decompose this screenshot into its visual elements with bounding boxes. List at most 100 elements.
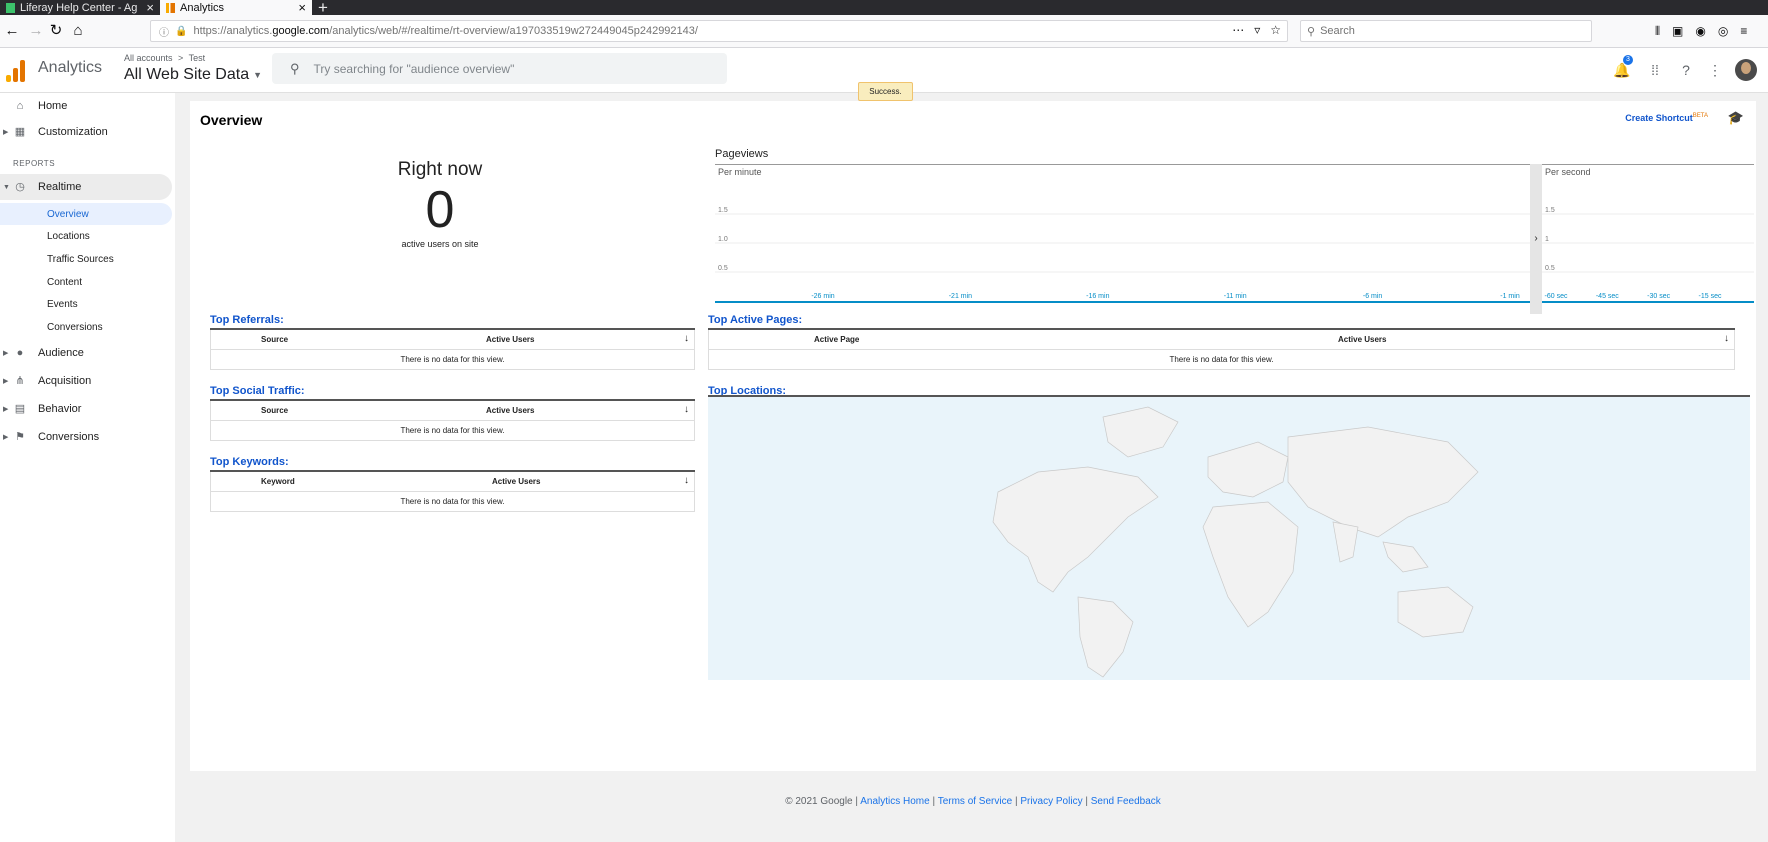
- top-social-table: Source Active Users ↓ There is no data f…: [210, 399, 695, 441]
- top-social-title[interactable]: Top Social Traffic:: [210, 385, 305, 397]
- dashboard-grid-icon: ▦: [14, 126, 26, 138]
- south-america-shape: [1077, 596, 1134, 678]
- home-icon[interactable]: ⌂: [68, 21, 88, 41]
- sidebar-item-traffic-sources[interactable]: Traffic Sources: [0, 248, 172, 270]
- top-active-pages-title[interactable]: Top Active Pages:: [708, 314, 802, 326]
- sidebar-item-home[interactable]: ⌂ Home: [0, 93, 172, 119]
- privacy-policy-link[interactable]: Privacy Policy: [1020, 796, 1082, 807]
- copyright-text: © 2021 Google |: [785, 796, 858, 807]
- browser-tab-liferay[interactable]: Liferay Help Center - Ag ×: [0, 0, 160, 15]
- x-tick-label: -21 min: [949, 293, 972, 300]
- sidebar-item-acquisition[interactable]: ▶ ⋔ Acquisition: [0, 368, 172, 394]
- sidebar-item-overview[interactable]: Overview: [0, 203, 172, 225]
- logo-bar: [13, 68, 18, 82]
- footer-separator: |: [932, 796, 936, 807]
- analytics-search-input[interactable]: ⚲ Try searching for "audience overview": [272, 53, 727, 84]
- view-selector[interactable]: All Web Site Data ▼: [124, 66, 262, 84]
- sidebar-item-locations[interactable]: Locations: [0, 225, 172, 247]
- india-shape: [1332, 521, 1359, 563]
- column-header-source[interactable]: Source: [261, 406, 288, 415]
- table-header: Active Page Active Users ↓: [708, 330, 1735, 350]
- account-breadcrumb[interactable]: All accounts > Test: [124, 53, 205, 63]
- library-icon[interactable]: ⫴: [1655, 24, 1660, 39]
- right-now-title: Right now: [397, 159, 483, 180]
- sidebar-item-behavior[interactable]: ▶ ▤ Behavior: [0, 396, 172, 422]
- europe-shape: [1207, 441, 1289, 498]
- greenland-shape: [1102, 406, 1179, 458]
- search-icon: ⚲: [290, 60, 300, 76]
- column-header-active-users[interactable]: Active Users: [1338, 335, 1386, 344]
- bookmark-star-icon[interactable]: ☆: [1270, 23, 1281, 37]
- footer-separator: |: [1085, 796, 1088, 807]
- sort-desc-icon[interactable]: ↓: [684, 404, 689, 415]
- empty-row: There is no data for this view.: [210, 350, 695, 370]
- analytics-logo-icon[interactable]: [6, 60, 26, 82]
- column-header-active-users[interactable]: Active Users: [486, 335, 534, 344]
- forward-icon[interactable]: →: [26, 21, 46, 41]
- close-tab-icon[interactable]: ×: [146, 1, 154, 14]
- sidebar-item-customization[interactable]: ▶ ▦ Customization: [0, 119, 172, 145]
- sidebar-item-audience[interactable]: ▶ ● Audience: [0, 340, 172, 366]
- expand-arrow-icon: ▶: [3, 406, 9, 413]
- sort-desc-icon[interactable]: ↓: [684, 333, 689, 344]
- top-referrals-title[interactable]: Top Referrals:: [210, 314, 284, 326]
- tab-title: Liferay Help Center - Ag: [20, 1, 138, 14]
- column-header-active-page[interactable]: Active Page: [814, 335, 859, 344]
- sidebar-item-realtime-conversions[interactable]: Conversions: [0, 316, 172, 338]
- reload-icon[interactable]: ↻: [46, 21, 66, 41]
- site-info-icon[interactable]: ⓘ: [159, 24, 169, 39]
- table-header: Source Active Users ↓: [210, 401, 695, 421]
- expand-arrow-icon: ▶: [3, 378, 9, 385]
- top-referrals-table: Source Active Users ↓ There is no data f…: [210, 328, 695, 370]
- column-header-source[interactable]: Source: [261, 335, 288, 344]
- view-name: All Web Site Data: [124, 66, 250, 83]
- y-tick-label: 1.5: [718, 207, 728, 214]
- logo-bar: [20, 60, 25, 82]
- browser-search-input[interactable]: ⚲ Search: [1300, 20, 1592, 42]
- top-keywords-title[interactable]: Top Keywords:: [210, 456, 289, 468]
- more-vert-icon[interactable]: ⋮: [1705, 60, 1725, 80]
- page-actions-icon[interactable]: ⋯: [1232, 23, 1244, 37]
- column-header-keyword[interactable]: Keyword: [261, 477, 295, 486]
- analytics-home-link[interactable]: Analytics Home: [860, 796, 929, 807]
- avatar[interactable]: [1735, 59, 1757, 81]
- apps-grid-icon[interactable]: ⁞⁞: [1645, 60, 1665, 80]
- help-icon[interactable]: ?: [1676, 60, 1696, 80]
- sort-desc-icon[interactable]: ↓: [1724, 333, 1729, 344]
- behavior-icon: ▤: [14, 403, 26, 415]
- breadcrumb-account[interactable]: Test: [189, 53, 206, 63]
- sidebar-nav: ⌂ Home ▶ ▦ Customization REPORTS ▼ ◷ Rea…: [0, 93, 175, 842]
- sidebar-toggle-icon[interactable]: ▣: [1672, 24, 1683, 39]
- menu-icon[interactable]: ≡: [1740, 24, 1747, 39]
- sidebar-item-content[interactable]: Content: [0, 271, 172, 293]
- account-icon[interactable]: ◎: [1718, 24, 1728, 39]
- url-bar[interactable]: ⓘ 🔒 https://analytics. google.com/analyti…: [150, 20, 1288, 42]
- lock-icon: 🔒: [175, 25, 188, 37]
- sidebar-item-realtime[interactable]: ▼ ◷ Realtime: [0, 174, 172, 200]
- per-minute-chart-svg: 1.5 1.0 0.5 -26 min -21 min -16 min -11 min -6 …: [715, 207, 1530, 303]
- world-map[interactable]: [708, 395, 1750, 680]
- expand-chart-chevron-icon[interactable]: ›: [1530, 164, 1542, 314]
- close-tab-icon[interactable]: ×: [298, 1, 306, 14]
- send-feedback-link[interactable]: Send Feedback: [1091, 796, 1161, 807]
- sidebar-item-events[interactable]: Events: [0, 293, 172, 315]
- back-icon[interactable]: ←: [2, 21, 22, 41]
- x-tick-label: -26 min: [811, 293, 834, 300]
- terms-of-service-link[interactable]: Terms of Service: [938, 796, 1012, 807]
- browser-tab-analytics[interactable]: Analytics ×: [160, 0, 312, 15]
- pocket-icon[interactable]: ▿: [1254, 23, 1260, 37]
- breadcrumb-all-accounts[interactable]: All accounts: [124, 53, 173, 63]
- asia-shape: [1287, 426, 1479, 538]
- acquisition-icon: ⋔: [15, 375, 25, 387]
- graduation-cap-icon[interactable]: 🎓: [1728, 110, 1744, 126]
- sidebar-item-conversions[interactable]: ▶ ⚑ Conversions: [0, 424, 172, 450]
- sort-desc-icon[interactable]: ↓: [684, 475, 689, 486]
- column-header-active-users[interactable]: Active Users: [486, 406, 534, 415]
- create-shortcut-link[interactable]: Create ShortcutBETA: [1625, 113, 1708, 123]
- beta-badge: BETA: [1692, 113, 1708, 119]
- empty-row: There is no data for this view.: [708, 350, 1735, 370]
- extension-icon[interactable]: ◉: [1695, 24, 1705, 39]
- url-prefix: https://analytics.: [193, 25, 273, 37]
- column-header-active-users[interactable]: Active Users: [492, 477, 540, 486]
- per-second-chart: 1.5 1 0.5 -60 sec -45 sec -30 sec -15 sec Per …: [1542, 164, 1754, 314]
